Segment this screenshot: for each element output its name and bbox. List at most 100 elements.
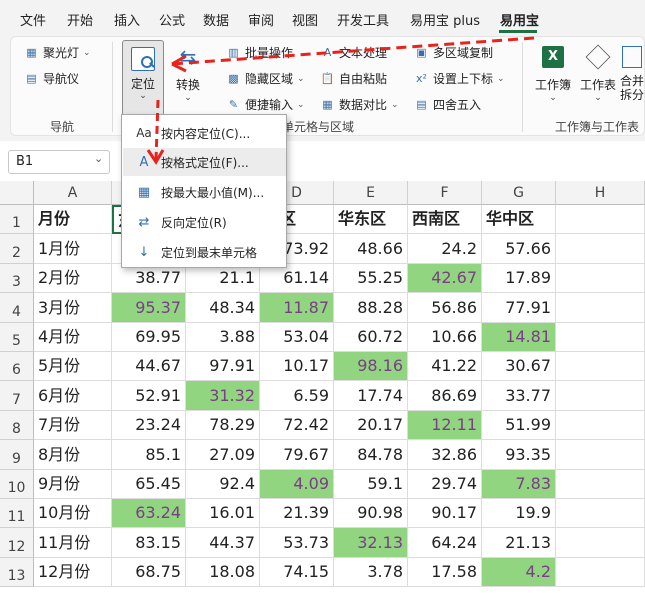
table-cell[interactable]: 12.11 — [408, 411, 482, 440]
table-cell[interactable]: 16.01 — [186, 499, 260, 528]
header-cell[interactable] — [556, 205, 645, 234]
table-cell[interactable]: 63.24 — [112, 499, 186, 528]
table-cell[interactable]: 4.2 — [482, 558, 556, 587]
table-cell[interactable] — [556, 293, 645, 323]
table-cell[interactable]: 21.13 — [482, 528, 556, 558]
table-cell[interactable]: 12月份 — [34, 558, 112, 587]
rounding-button[interactable]: ▤ 四舍五入 — [414, 96, 481, 113]
table-cell[interactable]: 20.17 — [334, 411, 408, 440]
table-cell[interactable]: 48.66 — [334, 234, 408, 264]
row-header[interactable]: 11 — [0, 499, 34, 528]
table-cell[interactable]: 19.9 — [482, 499, 556, 528]
table-cell[interactable]: 53.73 — [260, 528, 334, 558]
table-cell[interactable]: 2月份 — [34, 264, 112, 293]
table-cell[interactable] — [556, 470, 645, 499]
table-cell[interactable]: 38.77 — [112, 264, 186, 293]
free-paste-button[interactable]: 📋 自由粘贴 — [320, 70, 387, 87]
table-cell[interactable]: 6月份 — [34, 381, 112, 411]
table-cell[interactable]: 72.42 — [260, 411, 334, 440]
table-cell[interactable]: 55.25 — [334, 264, 408, 293]
spotlight-button[interactable]: ▦ 聚光灯 ⌄ — [24, 44, 90, 61]
table-cell[interactable]: 44.67 — [112, 352, 186, 381]
quick-input-button[interactable]: ✎ 便捷输入 ⌄ — [226, 96, 305, 113]
table-cell[interactable] — [556, 234, 645, 264]
table-cell[interactable]: 60.72 — [334, 323, 408, 352]
table-cell[interactable]: 65.45 — [112, 470, 186, 499]
header-cell[interactable]: 华中区 — [482, 205, 556, 234]
row-header[interactable]: 4 — [0, 293, 34, 323]
table-cell[interactable]: 56.86 — [408, 293, 482, 323]
table-cell[interactable]: 78.29 — [186, 411, 260, 440]
workbook-button[interactable]: X 工作簿 ⌄ — [532, 44, 574, 110]
table-cell[interactable] — [556, 381, 645, 411]
table-cell[interactable]: 33.77 — [482, 381, 556, 411]
convert-button[interactable]: ⇆ 转换 ⌄ — [170, 44, 206, 114]
row-header[interactable]: 7 — [0, 381, 34, 411]
row-header[interactable]: 6 — [0, 352, 34, 381]
table-cell[interactable]: 31.32 — [186, 381, 260, 411]
column-header-g[interactable]: G — [482, 181, 556, 205]
table-cell[interactable]: 44.37 — [186, 528, 260, 558]
row-header[interactable]: 1 — [0, 205, 34, 234]
table-cell[interactable]: 6.59 — [260, 381, 334, 411]
table-cell[interactable]: 3月份 — [34, 293, 112, 323]
tab-developer[interactable]: 开发工具 — [337, 10, 389, 29]
table-cell[interactable]: 48.34 — [186, 293, 260, 323]
tab-review[interactable]: 审阅 — [248, 10, 274, 29]
table-cell[interactable]: 10.66 — [408, 323, 482, 352]
row-header[interactable]: 2 — [0, 234, 34, 264]
tab-formulas[interactable]: 公式 — [159, 10, 185, 29]
tab-insert[interactable]: 插入 — [114, 10, 140, 29]
table-cell[interactable]: 79.67 — [260, 440, 334, 470]
table-cell[interactable]: 18.08 — [186, 558, 260, 587]
table-cell[interactable] — [556, 499, 645, 528]
hide-area-button[interactable]: ▩ 隐藏区域 ⌄ — [226, 70, 304, 87]
table-cell[interactable]: 97.91 — [186, 352, 260, 381]
table-cell[interactable]: 21.1 — [186, 264, 260, 293]
batch-ops-button[interactable]: ▥ 批量操作 — [226, 44, 293, 61]
table-cell[interactable]: 1月份 — [34, 234, 112, 264]
table-cell[interactable]: 17.58 — [408, 558, 482, 587]
table-cell[interactable]: 30.67 — [482, 352, 556, 381]
multi-copy-button[interactable]: ▣ 多区域复制 — [414, 44, 493, 61]
chevron-down-icon[interactable]: ⌄ — [94, 152, 103, 165]
table-cell[interactable]: 53.04 — [260, 323, 334, 352]
table-cell[interactable]: 86.69 — [408, 381, 482, 411]
set-up-down-button[interactable]: x² 设置上下标 ⌄ — [414, 70, 505, 87]
column-header-e[interactable]: E — [334, 181, 408, 205]
table-cell[interactable]: 32.86 — [408, 440, 482, 470]
table-cell[interactable]: 7月份 — [34, 411, 112, 440]
header-cell[interactable]: 月份 — [34, 205, 112, 234]
column-header-a[interactable]: A — [34, 181, 112, 205]
column-header-h[interactable]: H — [556, 181, 645, 205]
table-cell[interactable]: 4月份 — [34, 323, 112, 352]
table-cell[interactable]: 57.66 — [482, 234, 556, 264]
table-cell[interactable]: 90.98 — [334, 499, 408, 528]
table-cell[interactable]: 21.39 — [260, 499, 334, 528]
table-cell[interactable]: 10月份 — [34, 499, 112, 528]
table-cell[interactable]: 93.35 — [482, 440, 556, 470]
table-cell[interactable]: 5月份 — [34, 352, 112, 381]
table-cell[interactable]: 8月份 — [34, 440, 112, 470]
table-cell[interactable]: 23.24 — [112, 411, 186, 440]
menu-item-locate-by-format[interactable]: A 按格式定位(F)... — [123, 148, 286, 176]
tab-home[interactable]: 开始 — [67, 10, 93, 29]
table-cell[interactable]: 90.17 — [408, 499, 482, 528]
table-cell[interactable]: 29.74 — [408, 470, 482, 499]
tab-file[interactable]: 文件 — [20, 10, 46, 29]
row-header[interactable]: 13 — [0, 558, 34, 587]
menu-item-locate-by-max-min[interactable]: ▦ 按最大最小值(M)... — [123, 178, 286, 206]
table-cell[interactable]: 10.17 — [260, 352, 334, 381]
row-header[interactable]: 10 — [0, 470, 34, 499]
table-cell[interactable]: 42.67 — [408, 264, 482, 293]
table-cell[interactable]: 83.15 — [112, 528, 186, 558]
row-header[interactable]: 12 — [0, 528, 34, 558]
table-cell[interactable]: 68.75 — [112, 558, 186, 587]
table-cell[interactable]: 95.37 — [112, 293, 186, 323]
table-cell[interactable]: 17.89 — [482, 264, 556, 293]
table-cell[interactable]: 69.95 — [112, 323, 186, 352]
table-cell[interactable]: 9月份 — [34, 470, 112, 499]
table-cell[interactable] — [556, 264, 645, 293]
menu-item-locate-by-content[interactable]: Aa 按内容定位(C)... — [123, 119, 286, 147]
row-header[interactable]: 5 — [0, 323, 34, 352]
